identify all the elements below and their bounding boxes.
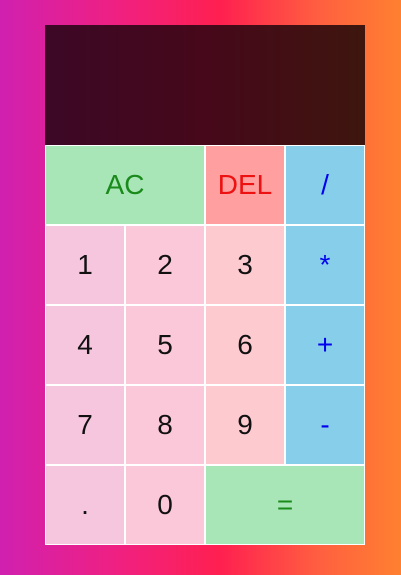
decimal-point-button[interactable]: . xyxy=(45,465,125,545)
all-clear-button[interactable]: AC xyxy=(45,145,205,225)
output-display xyxy=(45,25,365,145)
multiply-button[interactable]: * xyxy=(285,225,365,305)
digit-2-button[interactable]: 2 xyxy=(125,225,205,305)
minus-button[interactable]: - xyxy=(285,385,365,465)
plus-button[interactable]: + xyxy=(285,305,365,385)
digit-1-button[interactable]: 1 xyxy=(45,225,125,305)
digit-3-button[interactable]: 3 xyxy=(205,225,285,305)
digit-9-button[interactable]: 9 xyxy=(205,385,285,465)
calculator-grid: AC DEL / 1 2 3 * 4 5 6 + 7 8 9 - . 0 = xyxy=(45,25,365,545)
delete-button[interactable]: DEL xyxy=(205,145,285,225)
digit-8-button[interactable]: 8 xyxy=(125,385,205,465)
digit-6-button[interactable]: 6 xyxy=(205,305,285,385)
digit-0-button[interactable]: 0 xyxy=(125,465,205,545)
digit-4-button[interactable]: 4 xyxy=(45,305,125,385)
digit-5-button[interactable]: 5 xyxy=(125,305,205,385)
equals-button[interactable]: = xyxy=(205,465,365,545)
divide-button[interactable]: / xyxy=(285,145,365,225)
digit-7-button[interactable]: 7 xyxy=(45,385,125,465)
